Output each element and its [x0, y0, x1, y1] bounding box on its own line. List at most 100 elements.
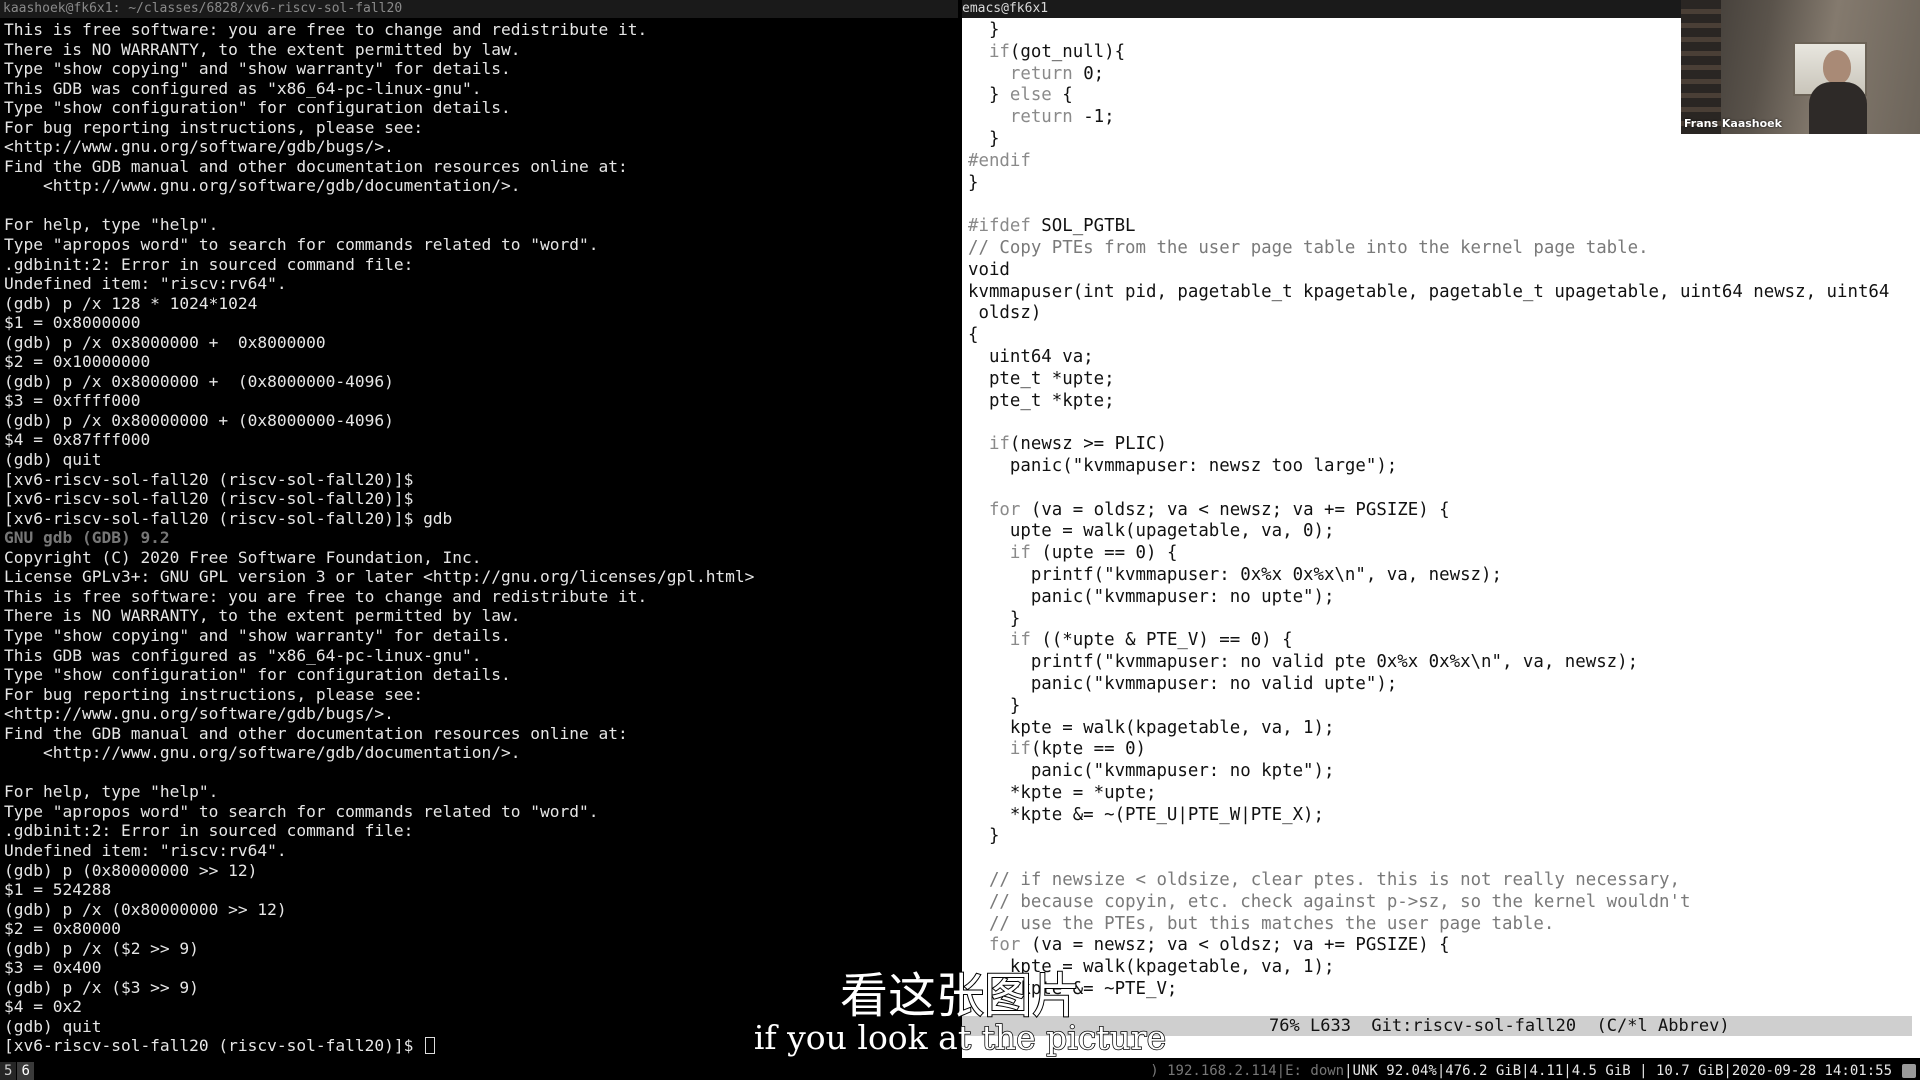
terminal-line: Type "show configuration" for configurat…	[4, 98, 511, 118]
terminal-line: .gdbinit:2: Error in sourced command fil…	[4, 254, 414, 274]
code-line: panic("kvmmapuser: no valid upte");	[968, 673, 1398, 694]
terminal-line: This is free software: you are free to c…	[4, 586, 648, 606]
code-line: kpte = walk(kpagetable, va, 1);	[968, 717, 1335, 738]
terminal-line: Type "show copying" and "show warranty" …	[4, 625, 511, 645]
terminal-line: GNU gdb (GDB) 9.2	[4, 528, 170, 548]
status-bar: 56 ) 192.168.2.114|E: down|UNK 92.04%|47…	[0, 1062, 1920, 1080]
code-line: upte = walk(upagetable, va, 0);	[968, 521, 1335, 542]
code-line: panic("kvmmapuser: no kpte");	[968, 761, 1335, 782]
code-line: // because copyin, etc. check against p-…	[988, 891, 1691, 912]
network-status: ) 192.168.2.114|E: down	[1150, 1063, 1345, 1079]
terminal-line: This GDB was configured as "x86_64-pc-li…	[4, 645, 482, 665]
terminal-line: Undefined item: "riscv:rv64".	[4, 274, 287, 294]
terminal-line: $2 = 0x80000	[4, 919, 121, 939]
terminal-line: Type "apropos word" to search for comman…	[4, 235, 599, 255]
code-line: }	[968, 826, 1000, 847]
code-line: if ((*upte & PTE_V) == 0) {	[1009, 630, 1293, 651]
code-line: panic("kvmmapuser: no upte");	[968, 586, 1335, 607]
terminal-line: Copyright (C) 2020 Free Software Foundat…	[4, 547, 482, 567]
terminal-line: [xv6-riscv-sol-fall20 (riscv-sol-fall20)…	[4, 469, 414, 489]
terminal-line: Find the GDB manual and other documentat…	[4, 723, 628, 743]
code-editor-buffer[interactable]: } if(got_null){ return 0; } else { retur…	[968, 20, 1920, 1020]
code-line: #endif	[968, 150, 1031, 171]
terminal-line: $4 = 0x87fff000	[4, 430, 151, 450]
terminal-line: Type "show configuration" for configurat…	[4, 665, 511, 685]
terminal-line: .gdbinit:2: Error in sourced command fil…	[4, 821, 414, 841]
terminal-line: This GDB was configured as "x86_64-pc-li…	[4, 78, 482, 98]
code-line: pte_t *kpte;	[968, 390, 1115, 411]
code-line: for (va = oldsz; va < newsz; va += PGSIZ…	[988, 499, 1450, 520]
terminal-line: (gdb) p /x 128 * 1024*1024	[4, 293, 258, 313]
system-stats: |UNK 92.04%|476.2 GiB|4.11|4.5 GiB | 10.…	[1344, 1063, 1892, 1079]
terminal-line: <http://www.gnu.org/software/gdb/bugs/>.	[4, 137, 394, 157]
code-line: kvmmapuser(int pid, pagetable_t kpagetab…	[968, 281, 1900, 302]
code-line: }	[968, 695, 1021, 716]
terminal-line: (gdb) p /x (0x80000000 >> 12)	[4, 899, 287, 919]
code-line: {	[968, 325, 979, 346]
terminal-line: [xv6-riscv-sol-fall20 (riscv-sol-fall20)…	[4, 508, 453, 528]
code-line: }	[968, 172, 979, 193]
terminal-line: <http://www.gnu.org/software/gdb/documen…	[4, 743, 521, 763]
speaker-head	[1823, 50, 1851, 84]
code-line: oldsz)	[968, 303, 1042, 324]
terminal-line: (gdb) p /x 0x8000000 + 0x8000000	[4, 332, 326, 352]
code-line: panic("kvmmapuser: newsz too large");	[968, 455, 1398, 476]
terminal-window[interactable]: kaashoek@fk6x1: ~/classes/6828/xv6-riscv…	[0, 0, 958, 1064]
workspace-5[interactable]: 5	[0, 1062, 17, 1080]
subtitle-chinese: 看这张图片	[839, 967, 1081, 1025]
terminal-line: (gdb) p /x 0x8000000 + (0x8000000-4096)	[4, 371, 394, 391]
terminal-line: For help, type "help".	[4, 215, 219, 235]
webcam-video: Frans Kaashoek	[1681, 0, 1920, 134]
terminal-output[interactable]: This is free software: you are free to c…	[4, 20, 958, 1064]
code-line: // use the PTEs, but this matches the us…	[988, 913, 1555, 934]
terminal-line: <http://www.gnu.org/software/gdb/documen…	[4, 176, 521, 196]
terminal-line: For bug reporting instructions, please s…	[4, 117, 424, 137]
terminal-title: kaashoek@fk6x1: ~/classes/6828/xv6-riscv…	[0, 0, 958, 18]
terminal-line: (gdb) p /x ($2 >> 9)	[4, 938, 199, 958]
code-line: *kpte = *upte;	[968, 782, 1157, 803]
bookshelf-background	[1681, 0, 1721, 134]
code-line: uint64 va;	[968, 346, 1094, 367]
terminal-line: Type "apropos word" to search for comman…	[4, 801, 599, 821]
terminal-line: $1 = 0x8000000	[4, 313, 141, 333]
subtitle-english: if you look at the picture	[753, 1017, 1167, 1058]
speaker-video	[1809, 48, 1867, 134]
code-line: printf("kvmmapuser: 0x%x 0x%x\n", va, ne…	[968, 564, 1502, 585]
terminal-line: Undefined item: "riscv:rv64".	[4, 840, 287, 860]
code-line: // Copy PTEs from the user page table in…	[968, 237, 1649, 258]
workspace-switcher: 56	[0, 1062, 35, 1080]
code-line: for (va = newsz; va < oldsz; va += PGSIZ…	[988, 935, 1450, 956]
terminal-line: [xv6-riscv-sol-fall20 (riscv-sol-fall20)…	[4, 489, 414, 509]
terminal-line: There is NO WARRANTY, to the extent perm…	[4, 39, 521, 59]
terminal-line: $2 = 0x10000000	[4, 352, 151, 372]
code-line: #ifdef SOL_PGTBL	[968, 216, 1136, 237]
code-line: *kpte &= ~(PTE_U|PTE_W|PTE_X);	[968, 804, 1324, 825]
tray-icon[interactable]	[1902, 1064, 1916, 1078]
code-line: printf("kvmmapuser: no valid pte 0x%x 0x…	[968, 652, 1639, 673]
terminal-line: For bug reporting instructions, please s…	[4, 684, 424, 704]
terminal-line: There is NO WARRANTY, to the extent perm…	[4, 606, 521, 626]
terminal-line: Type "show copying" and "show warranty" …	[4, 59, 511, 79]
code-line: }	[968, 608, 1021, 629]
system-status: ) 192.168.2.114|E: down|UNK 92.04%|476.2…	[1150, 1062, 1892, 1080]
terminal-line: <http://www.gnu.org/software/gdb/bugs/>.	[4, 704, 394, 724]
code-line: // if newsize < oldsize, clear ptes. thi…	[988, 870, 1680, 891]
code-line: void	[968, 259, 1010, 280]
terminal-line: Find the GDB manual and other documentat…	[4, 156, 628, 176]
workspace-6[interactable]: 6	[17, 1062, 34, 1080]
terminal-line: $3 = 0xffff000	[4, 391, 141, 411]
emacs-window[interactable]: emacs@fk6x1 } if(got_null){ return 0; } …	[962, 0, 1920, 1058]
code-line: if (upte == 0) {	[1009, 543, 1178, 564]
terminal-line: (gdb) p /x 0x80000000 + (0x8000000-4096)	[4, 410, 394, 430]
terminal-line: $1 = 524288	[4, 880, 112, 900]
terminal-line: (gdb) quit	[4, 450, 102, 470]
speaker-body	[1809, 82, 1867, 134]
code-line: if(newsz >= PLIC)	[988, 434, 1167, 455]
terminal-line: (gdb) p (0x80000000 >> 12)	[4, 860, 258, 880]
